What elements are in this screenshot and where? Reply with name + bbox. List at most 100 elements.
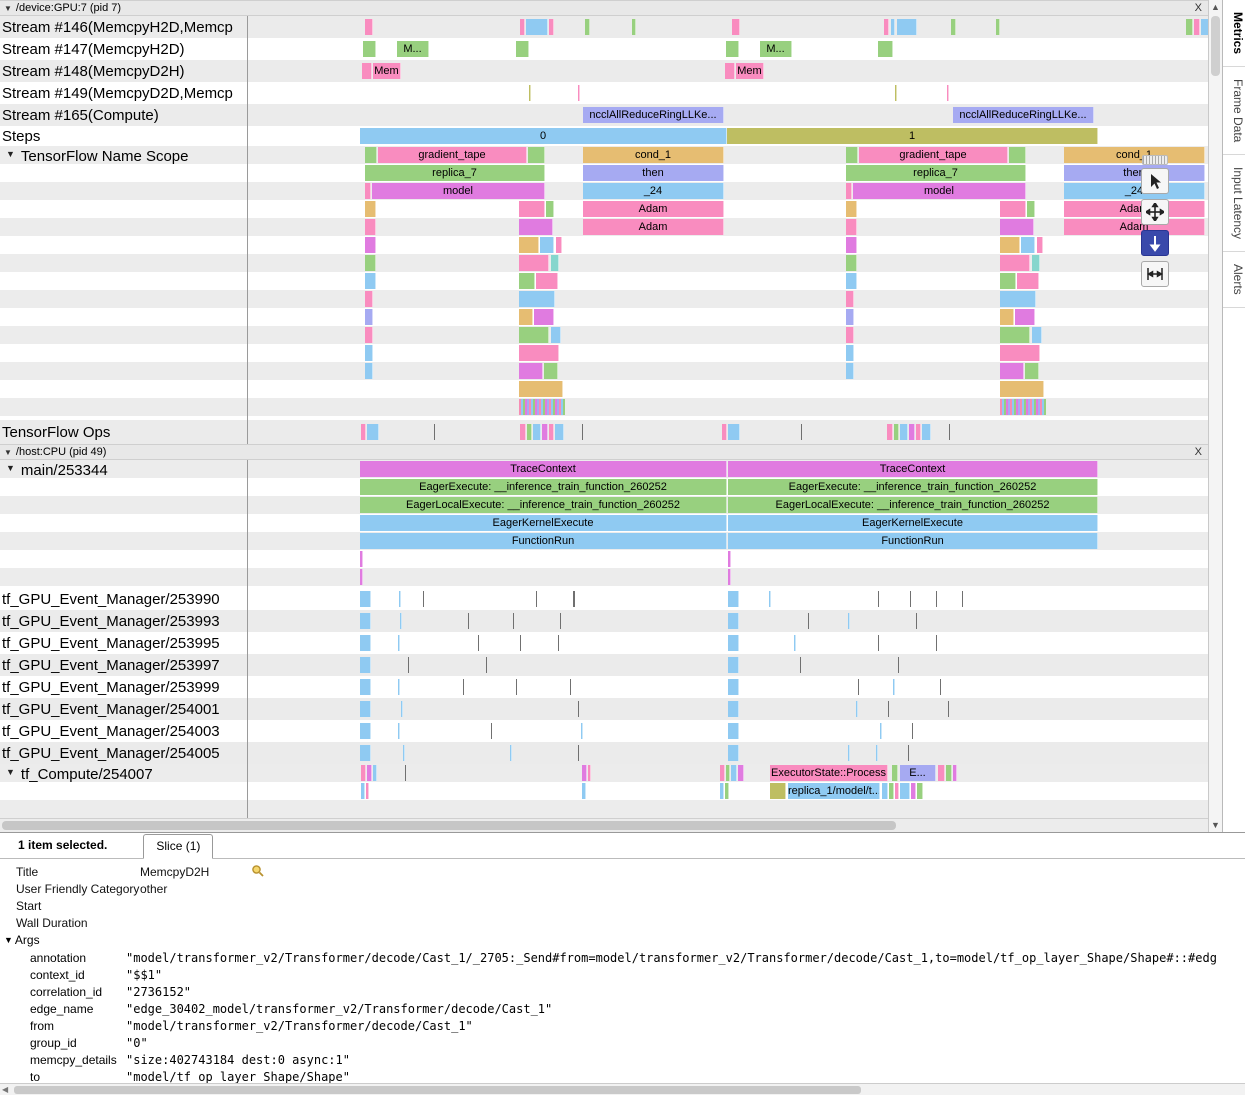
track-main-thread[interactable]: TraceContextTraceContextEagerExecute: __…: [248, 460, 1208, 588]
trace-event[interactable]: [1000, 363, 1024, 379]
row-label-stream146[interactable]: Stream #146(MemcpyH2D,Memcp: [0, 16, 248, 38]
trace-event[interactable]: [519, 309, 533, 325]
trace-event[interactable]: replica_7: [365, 165, 545, 181]
trace-event[interactable]: [519, 201, 545, 217]
track-stream165[interactable]: ncclAllReduceRingLLKe...ncclAllReduceRin…: [248, 104, 1208, 126]
trace-event[interactable]: [846, 201, 857, 217]
vertical-scrollbar-thumb[interactable]: [1211, 16, 1220, 76]
trace-event[interactable]: [884, 19, 889, 35]
trace-event[interactable]: [738, 765, 744, 781]
trace-event[interactable]: [909, 424, 915, 440]
trace-event[interactable]: [361, 783, 365, 799]
trace-event[interactable]: [889, 783, 894, 799]
trace-event[interactable]: [560, 613, 561, 629]
trace-event[interactable]: [365, 309, 373, 325]
cpu-section-header[interactable]: ▼ /host:CPU (pid 49) X: [0, 444, 1208, 460]
scroll-up-icon[interactable]: ▲: [1209, 2, 1222, 12]
trace-event[interactable]: _24: [583, 183, 724, 199]
trace-event[interactable]: [367, 424, 379, 440]
trace-event[interactable]: [588, 765, 591, 781]
trace-event[interactable]: [398, 635, 400, 651]
trace-event[interactable]: [1186, 19, 1193, 35]
trace-event[interactable]: [578, 745, 579, 761]
trace-event[interactable]: EagerKernelExecute: [360, 515, 727, 531]
trace-event[interactable]: [1000, 237, 1020, 253]
zoom-tool-button[interactable]: [1141, 230, 1169, 256]
horizontal-scrollbar[interactable]: [0, 818, 1208, 832]
trace-event[interactable]: [360, 551, 363, 567]
trace-event[interactable]: [365, 327, 373, 343]
trace-event[interactable]: [434, 424, 435, 440]
trace-event[interactable]: EagerExecute: __inference_train_function…: [728, 479, 1098, 495]
trace-event[interactable]: [897, 19, 917, 35]
trace-event[interactable]: [891, 19, 895, 35]
trace-event[interactable]: M...: [397, 41, 429, 57]
trace-event[interactable]: [365, 19, 373, 35]
trace-event[interactable]: then: [583, 165, 724, 181]
collapse-triangle-icon[interactable]: ▼: [4, 935, 13, 945]
trace-event[interactable]: 0: [360, 128, 727, 144]
trace-event[interactable]: [846, 309, 854, 325]
trace-event[interactable]: [878, 635, 879, 651]
trace-event[interactable]: [996, 19, 1000, 35]
trace-event[interactable]: [398, 679, 400, 695]
trace-event[interactable]: [536, 273, 558, 289]
tab-input-latency[interactable]: Input Latency: [1223, 155, 1245, 252]
trace-event[interactable]: TraceContext: [360, 461, 727, 477]
details-horizontal-scrollbar[interactable]: ◀: [0, 1083, 1245, 1095]
trace-event[interactable]: ncclAllReduceRingLLKe...: [953, 107, 1094, 123]
trace-event[interactable]: [519, 345, 559, 361]
track-stream148[interactable]: MemMem: [248, 60, 1208, 82]
trace-event[interactable]: EagerLocalExecute: __inference_train_fun…: [728, 497, 1098, 513]
tab-alerts[interactable]: Alerts: [1223, 252, 1245, 308]
trace-event[interactable]: [519, 291, 555, 307]
trace-event[interactable]: [912, 723, 913, 739]
trace-event[interactable]: [468, 613, 469, 629]
trace-event[interactable]: [1037, 237, 1043, 253]
trace-event[interactable]: [846, 273, 857, 289]
trace-event[interactable]: [363, 41, 376, 57]
trace-event[interactable]: [878, 591, 879, 607]
collapse-triangle-icon[interactable]: ▼: [4, 4, 12, 13]
trace-event[interactable]: [858, 679, 859, 695]
row-label-event-manager-253993[interactable]: tf_GPU_Event_Manager/253993: [0, 610, 248, 632]
trace-event[interactable]: [367, 765, 372, 781]
trace-event[interactable]: [365, 147, 377, 163]
trace-event[interactable]: [1027, 201, 1035, 217]
trace-event[interactable]: [1032, 255, 1040, 271]
trace-event[interactable]: [882, 783, 888, 799]
trace-event[interactable]: [551, 327, 561, 343]
trace-event[interactable]: Adam: [1064, 219, 1205, 235]
trace-event[interactable]: [582, 765, 587, 781]
trace-event[interactable]: [546, 201, 554, 217]
trace-event[interactable]: [846, 183, 852, 199]
trace-event[interactable]: [362, 63, 372, 79]
trace-event[interactable]: [801, 424, 802, 440]
trace-event[interactable]: [808, 613, 809, 629]
trace-event[interactable]: [542, 424, 548, 440]
track-tf-ops[interactable]: [248, 420, 1208, 444]
row-label-name-scope[interactable]: ▼ TensorFlow Name Scope: [0, 146, 248, 420]
trace-event[interactable]: [519, 327, 549, 343]
trace-event[interactable]: [846, 327, 854, 343]
trace-event[interactable]: cond_1: [1064, 147, 1205, 163]
trace-event[interactable]: [1025, 363, 1039, 379]
trace-event[interactable]: [520, 19, 525, 35]
trace-event[interactable]: [360, 723, 371, 739]
track-event-manager-254003[interactable]: [248, 720, 1208, 742]
trace-event[interactable]: [365, 363, 373, 379]
trace-event[interactable]: [570, 679, 571, 695]
trace-event[interactable]: [846, 219, 857, 235]
pan-tool-button[interactable]: [1141, 199, 1169, 225]
trace-event[interactable]: [951, 19, 956, 35]
trace-event[interactable]: [365, 219, 376, 235]
tab-frame-data[interactable]: Frame Data: [1223, 67, 1245, 155]
trace-event[interactable]: ExecutorState::Process: [770, 765, 888, 781]
select-tool-button[interactable]: [1141, 168, 1169, 194]
trace-event[interactable]: [728, 613, 739, 629]
trace-event[interactable]: [728, 679, 739, 695]
trace-event[interactable]: [361, 765, 366, 781]
trace-event[interactable]: [578, 701, 579, 717]
close-icon[interactable]: X: [1195, 2, 1202, 14]
track-stream146[interactable]: [248, 16, 1208, 38]
